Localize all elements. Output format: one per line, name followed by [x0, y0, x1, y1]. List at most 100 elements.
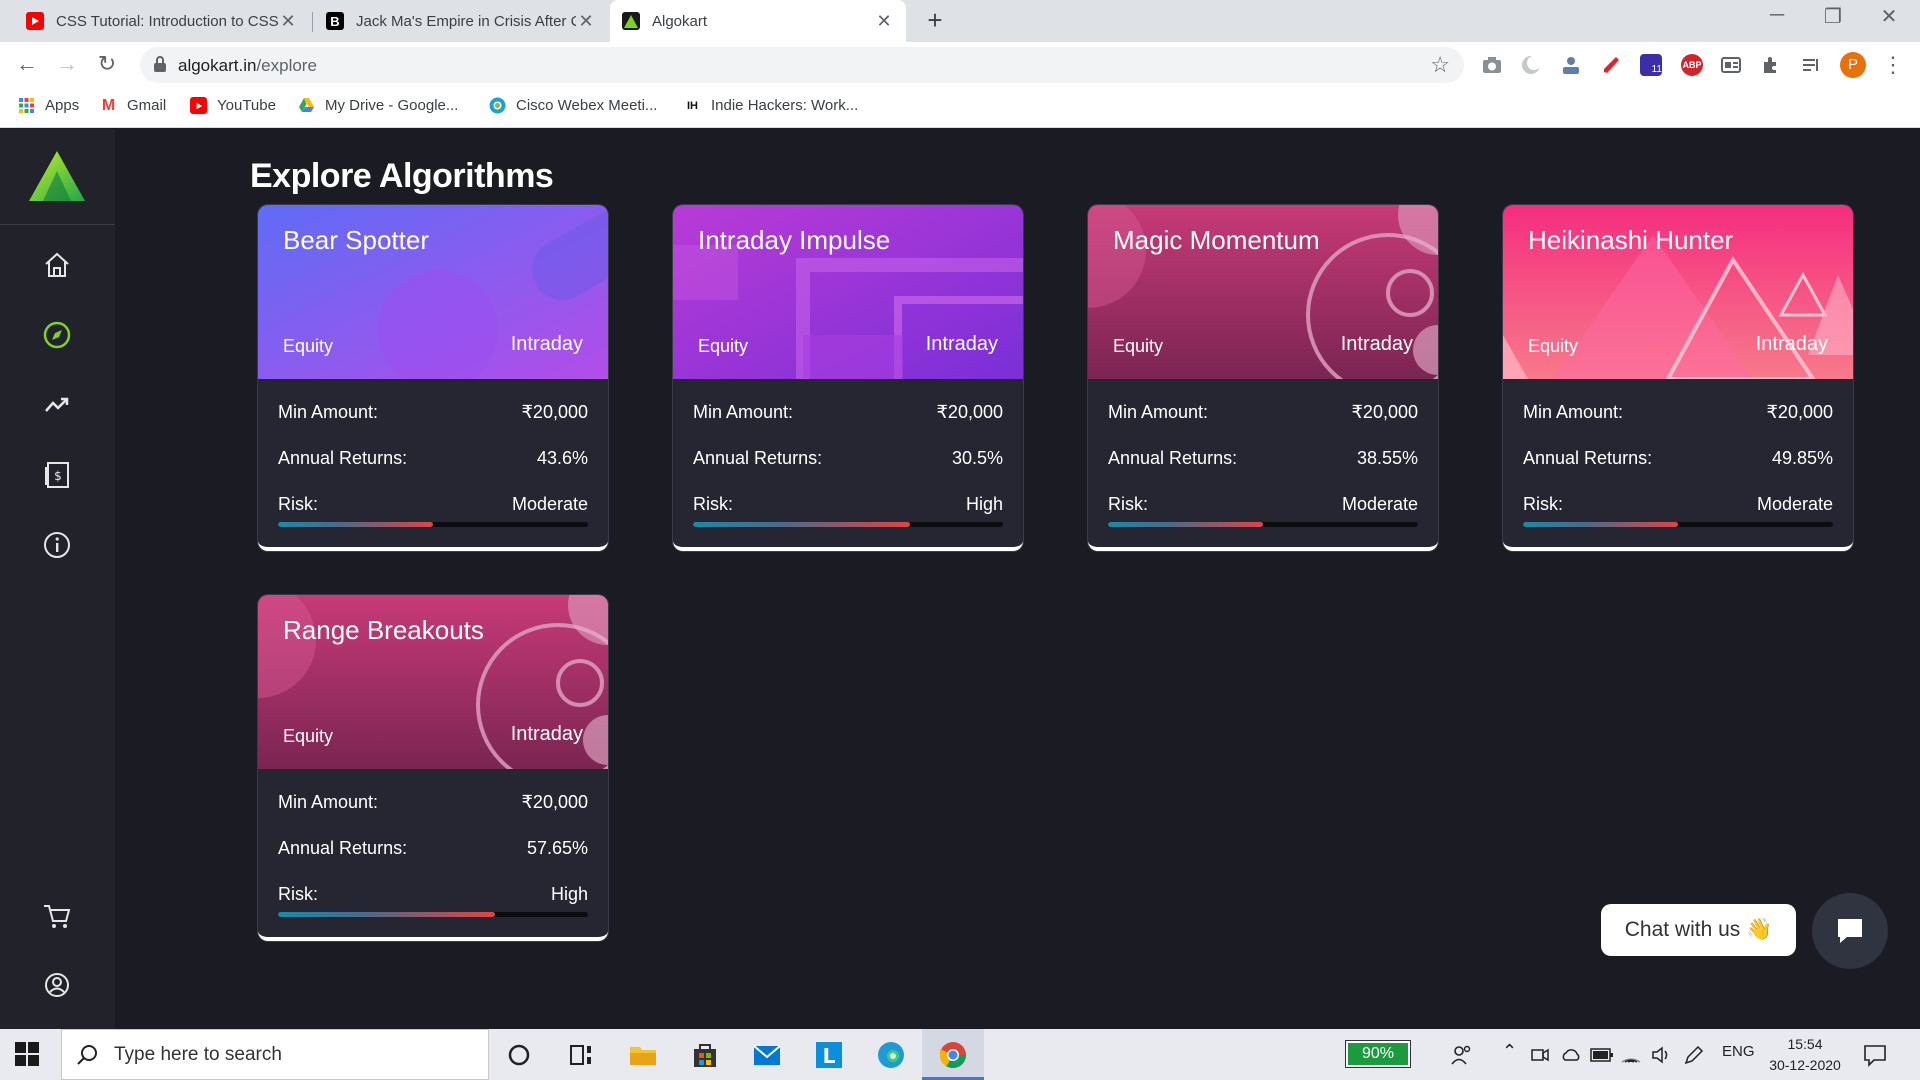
- minimize-icon[interactable]: ─: [1757, 4, 1797, 27]
- address-bar[interactable]: algokart.in/explore ☆: [140, 47, 1464, 83]
- bookmark-gmail[interactable]: M Gmail: [100, 97, 166, 115]
- notifications-icon[interactable]: [1862, 1042, 1888, 1068]
- risk-label: Risk:: [278, 884, 318, 904]
- min-amount-label: Min Amount:: [1523, 402, 1624, 422]
- system-clock[interactable]: 15:54 30-12-2020: [1760, 1034, 1850, 1076]
- info-icon[interactable]: [41, 529, 73, 561]
- tab-jack-ma[interactable]: B Jack Ma's Empire in Crisis After C ✕: [314, 0, 608, 42]
- card-category: Equity: [1113, 336, 1164, 356]
- annual-returns-value: 43.6%: [536, 448, 588, 468]
- bookmark-indie-hackers[interactable]: IH Indie Hackers: Work...: [684, 97, 858, 114]
- risk-bar: [1523, 522, 1833, 527]
- risk-label: Risk:: [1108, 494, 1148, 514]
- task-view-icon[interactable]: [565, 1039, 597, 1071]
- account-icon[interactable]: [41, 969, 73, 1001]
- battery-tray-icon[interactable]: [1590, 1046, 1614, 1064]
- pen-workspace-icon[interactable]: [1683, 1044, 1705, 1066]
- annual-returns-value: 49.85%: [1771, 448, 1833, 468]
- bookmark-apps[interactable]: Apps: [18, 97, 79, 114]
- algokart-logo[interactable]: [29, 151, 85, 201]
- annual-returns-row: Annual Returns: 30.5%: [693, 448, 1003, 469]
- forward-icon[interactable]: →: [52, 50, 82, 80]
- new-tab-button[interactable]: +: [920, 6, 950, 36]
- reader-extension-icon[interactable]: [1720, 54, 1742, 76]
- media-queue-icon[interactable]: [1800, 54, 1822, 76]
- algo-card-range-breakouts[interactable]: Range Breakouts Equity Intraday Min Amou…: [258, 595, 608, 941]
- search-icon: [77, 1044, 97, 1065]
- cart-icon[interactable]: [41, 900, 73, 932]
- back-icon[interactable]: ←: [12, 50, 42, 80]
- bookmark-star-icon[interactable]: ☆: [1430, 52, 1450, 78]
- bookmark-google-drive[interactable]: My Drive - Google...: [298, 97, 458, 114]
- browser-toolbar: ← → ↻ algokart.in/explore ☆: [0, 42, 1920, 87]
- annual-returns-row: Annual Returns: 38.55%: [1108, 448, 1418, 469]
- chrome-taskbar-button[interactable]: [922, 1029, 984, 1080]
- card-frequency: Intraday: [1340, 333, 1413, 355]
- risk-bar-fill: [693, 522, 910, 527]
- min-amount-value: ₹20,000: [936, 402, 1003, 422]
- people-icon[interactable]: [1450, 1043, 1474, 1067]
- restore-icon[interactable]: ❐: [1813, 4, 1853, 29]
- explore-compass-icon[interactable]: [41, 319, 73, 351]
- algo-card-heikinashi-hunter[interactable]: Heikinashi Hunter Equity Intraday Min Am…: [1503, 205, 1853, 551]
- reload-icon[interactable]: ↻: [92, 50, 122, 80]
- meet-now-icon[interactable]: [1530, 1045, 1550, 1065]
- edge-icon[interactable]: [875, 1039, 907, 1071]
- chat-bubble-icon: [1838, 919, 1862, 943]
- pen-extension-icon[interactable]: [1600, 54, 1622, 76]
- store-icon[interactable]: [689, 1039, 721, 1071]
- show-hidden-icons-chevron[interactable]: ⌃: [1502, 1041, 1517, 1062]
- apps-grid-icon: [19, 98, 34, 113]
- cortana-icon[interactable]: [503, 1039, 535, 1071]
- file-explorer-icon[interactable]: [627, 1039, 659, 1071]
- wifi-icon[interactable]: [1620, 1044, 1642, 1066]
- risk-row: Risk: Moderate: [1523, 494, 1833, 515]
- l-app-icon[interactable]: L: [813, 1039, 845, 1071]
- onedrive-icon[interactable]: [1560, 1045, 1582, 1065]
- browser-menu-icon[interactable]: ⋮: [1882, 54, 1904, 76]
- risk-bar: [1108, 522, 1418, 527]
- algo-card-bear-spotter[interactable]: Bear Spotter Equity Intraday Min Amount:…: [258, 205, 608, 551]
- risk-bar-fill: [278, 912, 495, 917]
- url-text: algokart.in/explore: [178, 56, 317, 75]
- clock-date: 30-12-2020: [1769, 1057, 1841, 1073]
- bookmark-youtube[interactable]: YouTube: [190, 97, 276, 114]
- chat-with-us-button[interactable]: Chat with us 👋: [1601, 904, 1796, 956]
- risk-value: Moderate: [1756, 494, 1833, 514]
- tab-algokart[interactable]: Algokart ✕: [610, 0, 906, 42]
- annual-returns-row: Annual Returns: 49.85%: [1523, 448, 1833, 469]
- camera-extension-icon[interactable]: [1481, 54, 1503, 76]
- min-amount-value: ₹20,000: [1766, 402, 1833, 422]
- portfolio-money-icon[interactable]: $: [41, 459, 73, 491]
- moon-extension-icon[interactable]: [1520, 54, 1542, 76]
- risk-row: Risk: Moderate: [1108, 494, 1418, 515]
- adblock-extension-icon[interactable]: ABP: [1681, 54, 1703, 76]
- window-close-icon[interactable]: ✕: [1869, 4, 1909, 29]
- battery-indicator[interactable]: 90%: [1345, 1040, 1411, 1068]
- min-amount-label: Min Amount:: [1108, 402, 1209, 422]
- taskbar-search-input[interactable]: Type here to search: [61, 1029, 489, 1080]
- profile-avatar[interactable]: P: [1840, 52, 1866, 78]
- volume-icon[interactable]: [1650, 1044, 1672, 1066]
- tab-title: Algokart: [652, 12, 708, 30]
- tab-css-tutorial[interactable]: CSS Tutorial: Introduction to CSS ✕: [14, 0, 310, 42]
- home-icon[interactable]: [41, 249, 73, 281]
- profile-extension-icon[interactable]: [1560, 54, 1582, 76]
- bookmark-webex[interactable]: Cisco Webex Meeti...: [489, 97, 657, 114]
- annual-returns-value: 38.55%: [1356, 448, 1418, 468]
- language-indicator[interactable]: ENG: [1722, 1043, 1755, 1060]
- close-tab-icon[interactable]: ✕: [576, 11, 596, 32]
- algo-card-intraday-impulse[interactable]: Intraday Impulse Equity Intraday Min Amo…: [673, 205, 1023, 551]
- close-tab-icon[interactable]: ✕: [278, 11, 298, 32]
- algo-card-magic-momentum[interactable]: Magic Momentum Equity Intraday Min Amoun…: [1088, 205, 1438, 551]
- graduation-extension-icon[interactable]: 11: [1640, 54, 1662, 76]
- windows-start-icon[interactable]: [14, 1041, 40, 1067]
- close-tab-icon[interactable]: ✕: [874, 11, 894, 32]
- trending-icon[interactable]: [41, 389, 73, 421]
- mail-icon[interactable]: [751, 1039, 783, 1071]
- risk-bar-fill: [278, 522, 433, 527]
- card-frequency: Intraday: [925, 333, 998, 355]
- extensions-puzzle-icon[interactable]: [1760, 54, 1782, 76]
- chat-open-button[interactable]: [1812, 893, 1888, 969]
- algokart-icon: [622, 12, 640, 30]
